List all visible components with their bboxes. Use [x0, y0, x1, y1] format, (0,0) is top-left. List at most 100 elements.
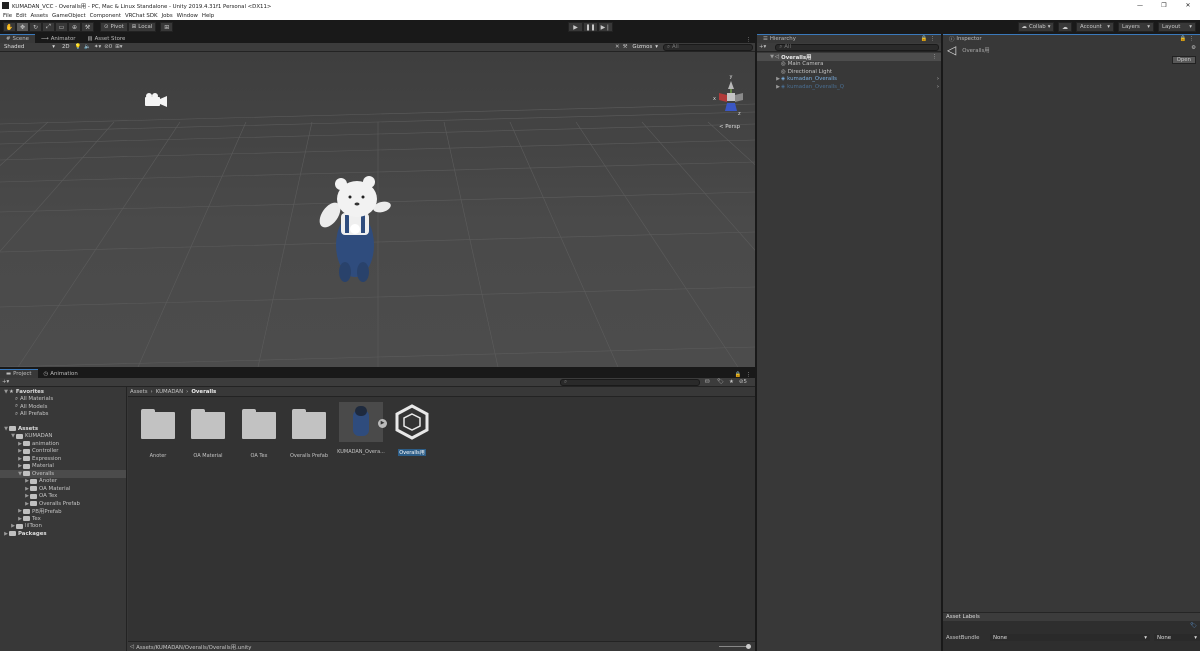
- menu-edit[interactable]: Edit: [16, 13, 26, 19]
- cloud-button[interactable]: ☁: [1058, 22, 1072, 32]
- local-toggle[interactable]: ⊞ Local: [127, 22, 157, 32]
- account-dropdown[interactable]: Account ▾: [1076, 22, 1114, 32]
- asset-scene-overalls[interactable]: Overalls用: [387, 402, 437, 458]
- tab-asset-store[interactable]: ▤ Asset Store: [82, 34, 132, 43]
- move-tool-icon[interactable]: ✥: [16, 22, 29, 32]
- effects-toggle-icon[interactable]: ✦▾: [94, 44, 101, 50]
- scene-viewport[interactable]: y x z < Persp: [0, 52, 755, 367]
- hierarchy-item-directional-light[interactable]: ◎ Directional Light: [757, 68, 941, 76]
- hidden-objects-icon[interactable]: ⊘0: [104, 44, 112, 50]
- menu-window[interactable]: Window: [177, 13, 198, 19]
- menu-jobs[interactable]: Jobs: [162, 13, 173, 19]
- chevron-right-icon[interactable]: ›: [937, 84, 941, 90]
- slider-thumb[interactable]: [746, 644, 751, 649]
- project-folder-overalls[interactable]: ▼ Overalls: [0, 470, 126, 478]
- layers-dropdown[interactable]: Layers ▾: [1118, 22, 1154, 32]
- scene-camera-icon[interactable]: ✕: [615, 44, 620, 50]
- breadcrumb-assets[interactable]: Assets: [130, 389, 148, 395]
- menu-component[interactable]: Component: [90, 13, 121, 19]
- step-button[interactable]: ▶❘: [598, 22, 613, 32]
- project-search-input[interactable]: ⌕: [560, 378, 700, 386]
- breadcrumb-overalls[interactable]: Overalls: [191, 389, 216, 395]
- lighting-toggle-icon[interactable]: 💡: [75, 44, 82, 50]
- hierarchy-item-main-camera[interactable]: ◎ Main Camera: [757, 61, 941, 69]
- project-folder-expression[interactable]: ▶ Expression: [0, 455, 126, 463]
- menu-help[interactable]: Help: [202, 13, 214, 19]
- favorite-icon[interactable]: ★: [729, 379, 734, 385]
- pivot-toggle[interactable]: ⊙ Pivot: [100, 22, 128, 32]
- custom-tool-icon[interactable]: ⚒: [81, 22, 94, 32]
- create-dropdown[interactable]: +▾: [2, 379, 9, 385]
- lock-icon[interactable]: 🔒: [1180, 36, 1187, 42]
- asset-folder-overalls-prefab[interactable]: Overalls Prefab: [285, 409, 333, 459]
- lock-icon[interactable]: 🔒: [735, 372, 742, 378]
- kebab-menu-icon[interactable]: ⋮: [742, 372, 755, 378]
- hand-tool-icon[interactable]: ✋: [3, 22, 16, 32]
- create-dropdown[interactable]: +▾: [759, 44, 766, 50]
- scene-search-input[interactable]: ⌕ All: [663, 43, 753, 51]
- menu-vrchat-sdk[interactable]: VRChat SDK: [125, 13, 158, 19]
- menu-assets[interactable]: Assets: [30, 13, 48, 19]
- project-folder-overalls-prefab[interactable]: ▶ Overalls Prefab: [0, 500, 126, 508]
- search-by-type-icon[interactable]: ⛁: [705, 379, 710, 385]
- grid-toggle-icon[interactable]: ⊞▾: [115, 44, 122, 50]
- gizmos-dropdown[interactable]: Gizmos ▾: [630, 43, 660, 51]
- variant-dropdown[interactable]: None ▾: [1154, 634, 1200, 641]
- packages-root[interactable]: ▶ Packages: [0, 530, 126, 538]
- tools-icon[interactable]: ⚒: [623, 44, 628, 50]
- asset-folder-anoter[interactable]: Anoter: [134, 409, 182, 459]
- favorites-header[interactable]: ▼ ★ Favorites: [0, 388, 126, 396]
- favorites-item[interactable]: ⌕ All Prefabs: [0, 411, 126, 419]
- kebab-menu-icon[interactable]: ⋮: [1189, 36, 1194, 42]
- project-folder-material[interactable]: ▶ Material: [0, 463, 126, 471]
- project-folder-anoter[interactable]: ▶ Anoter: [0, 478, 126, 486]
- project-folder-controller[interactable]: ▶ Controller: [0, 448, 126, 456]
- asset-prefab-kumadan-overalls[interactable]: KUMADAN_Overa...: [336, 402, 386, 455]
- kebab-menu-icon[interactable]: ⋮: [932, 54, 941, 60]
- project-folder-pb-prefab[interactable]: ▶ PB用Prefab: [0, 508, 126, 515]
- expand-prefab-icon[interactable]: ▶: [378, 419, 387, 428]
- kebab-menu-icon[interactable]: ⋮: [930, 36, 935, 42]
- project-folder-tex[interactable]: ▶ Tex: [0, 515, 126, 523]
- audio-toggle-icon[interactable]: 🔈: [84, 44, 91, 50]
- tab-project[interactable]: ▬ Project: [0, 369, 38, 378]
- menu-file[interactable]: File: [3, 13, 12, 19]
- play-button[interactable]: ▶: [568, 22, 583, 32]
- search-by-label-icon[interactable]: 🏷: [717, 379, 724, 385]
- scale-tool-icon[interactable]: ⤢: [42, 22, 55, 32]
- assets-root[interactable]: ▼ Assets: [0, 425, 126, 433]
- project-folder-oa-tex[interactable]: ▶ OA Tex: [0, 493, 126, 501]
- persp-toggle[interactable]: < Persp: [719, 124, 741, 130]
- rect-tool-icon[interactable]: ▭: [55, 22, 68, 32]
- assetbundle-dropdown[interactable]: None ▾: [990, 634, 1150, 641]
- transform-tool-icon[interactable]: ⊕: [68, 22, 81, 32]
- pause-button[interactable]: ❚❚: [583, 22, 598, 32]
- icon-size-slider[interactable]: [719, 644, 751, 649]
- chevron-right-icon[interactable]: ›: [937, 76, 941, 82]
- tag-icon[interactable]: 🏷: [1190, 623, 1197, 629]
- project-folder-liltoon[interactable]: ▶ lilToon: [0, 523, 126, 531]
- hierarchy-item-kumadan-overalls[interactable]: ▶ ◈ kumadan_Overalls ›: [757, 76, 941, 84]
- close-button[interactable]: ✕: [1176, 0, 1200, 11]
- lock-icon[interactable]: 🔒: [921, 36, 928, 42]
- asset-folder-oa-material[interactable]: OA Material: [184, 409, 232, 459]
- kebab-menu-icon[interactable]: ⋮: [746, 37, 755, 43]
- scene-root[interactable]: ▼ ◁ Overalls用 ⋮: [757, 53, 941, 61]
- hierarchy-item-kumadan-overalls-q[interactable]: ▶ ◈ kumadan_Overalls_Q ›: [757, 83, 941, 91]
- project-folder-animation[interactable]: ▶ animation: [0, 440, 126, 448]
- collab-button[interactable]: ☁ Collab ▾: [1018, 22, 1054, 32]
- project-folder-kumadan[interactable]: ▼ KUMADAN: [0, 433, 126, 441]
- favorites-item[interactable]: ⌕ All Models: [0, 403, 126, 411]
- minimize-button[interactable]: —: [1128, 0, 1152, 11]
- menu-gameobject[interactable]: GameObject: [52, 13, 86, 19]
- asset-folder-oa-tex[interactable]: OA Tex: [235, 409, 283, 459]
- 2d-toggle[interactable]: 2D: [60, 43, 72, 51]
- shading-mode-dropdown[interactable]: Shaded ▾: [2, 43, 57, 51]
- breadcrumb-kumadan[interactable]: KUMADAN: [156, 389, 183, 395]
- tab-scene[interactable]: # Scene: [0, 34, 35, 43]
- rotate-tool-icon[interactable]: ↻: [29, 22, 42, 32]
- kebab-menu-icon[interactable]: ⚙: [1191, 45, 1196, 51]
- favorites-item[interactable]: ⌕ All Materials: [0, 396, 126, 404]
- tab-inspector[interactable]: ⓘ Inspector 🔒 ⋮: [943, 34, 1200, 43]
- open-button[interactable]: Open: [1171, 56, 1196, 64]
